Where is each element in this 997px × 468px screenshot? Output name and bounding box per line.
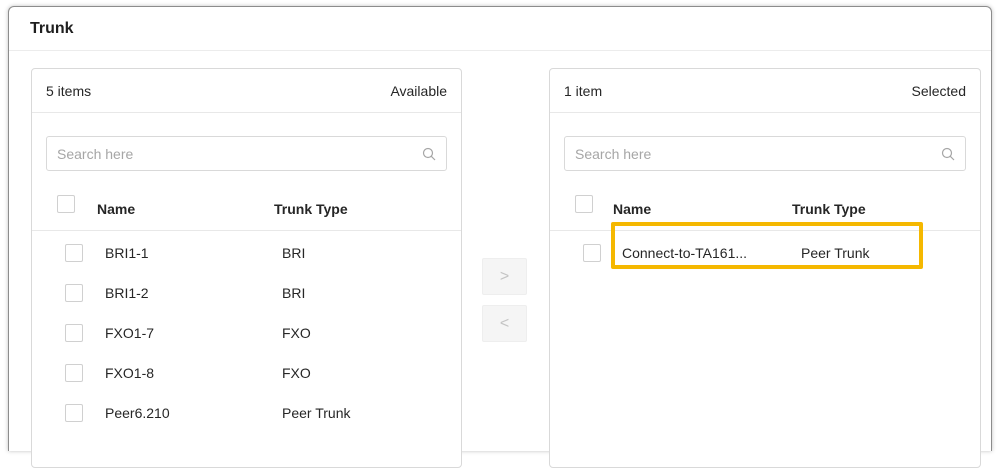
search-icon[interactable] <box>941 147 955 161</box>
table-row[interactable]: BRI1-1 BRI <box>32 233 461 273</box>
row-checkbox[interactable] <box>65 284 83 302</box>
title-divider <box>9 50 991 51</box>
row-type: BRI <box>282 285 306 301</box>
available-panel-header: 5 items Available <box>32 69 461 113</box>
table-row[interactable]: FXO1-7 FXO <box>32 313 461 353</box>
selected-caption: Selected <box>911 83 966 99</box>
available-select-all-checkbox[interactable] <box>57 195 75 213</box>
available-col-type: Trunk Type <box>274 201 348 217</box>
selected-panel-header: 1 item Selected <box>550 69 980 113</box>
available-caption: Available <box>390 83 447 99</box>
available-search[interactable] <box>46 136 447 171</box>
card-title: Trunk <box>30 20 74 37</box>
row-checkbox[interactable] <box>65 324 83 342</box>
selected-col-name: Name <box>613 201 652 217</box>
row-type: FXO <box>282 365 311 381</box>
available-search-input[interactable] <box>57 145 397 163</box>
row-name: BRI1-2 <box>105 285 149 301</box>
selected-search[interactable] <box>564 136 966 171</box>
row-checkbox[interactable] <box>65 364 83 382</box>
row-name: Connect-to-TA161... <box>622 245 748 261</box>
available-panel: 5 items Available Name Trunk Type BRI1-1… <box>31 68 462 468</box>
selected-search-input[interactable] <box>575 145 915 163</box>
available-count: 5 items <box>46 83 92 99</box>
row-name: FXO1-8 <box>105 365 155 381</box>
table-row[interactable]: FXO1-8 FXO <box>32 353 461 393</box>
selected-col-type: Trunk Type <box>792 201 866 217</box>
row-checkbox[interactable] <box>65 404 83 422</box>
selected-panel: 1 item Selected Name Trunk Type Connect-… <box>549 68 981 468</box>
table-row[interactable]: Connect-to-TA161... Peer Trunk <box>550 233 980 273</box>
selected-select-all-checkbox[interactable] <box>575 195 593 213</box>
move-to-selected-button[interactable]: > <box>482 258 527 295</box>
table-row[interactable]: Peer6.210 Peer Trunk <box>32 393 461 433</box>
move-to-available-button[interactable]: < <box>482 305 527 342</box>
search-icon[interactable] <box>422 147 436 161</box>
row-checkbox[interactable] <box>65 244 83 262</box>
row-type: Peer Trunk <box>282 405 351 421</box>
row-name: BRI1-1 <box>105 245 149 261</box>
row-type: FXO <box>282 325 311 341</box>
row-type: Peer Trunk <box>801 245 870 261</box>
table-row[interactable]: BRI1-2 BRI <box>32 273 461 313</box>
row-type: BRI <box>282 245 306 261</box>
selected-count: 1 item <box>564 83 603 99</box>
row-checkbox[interactable] <box>583 244 601 262</box>
row-name: FXO1-7 <box>105 325 155 341</box>
row-name: Peer6.210 <box>105 405 170 421</box>
available-col-name: Name <box>97 201 136 217</box>
